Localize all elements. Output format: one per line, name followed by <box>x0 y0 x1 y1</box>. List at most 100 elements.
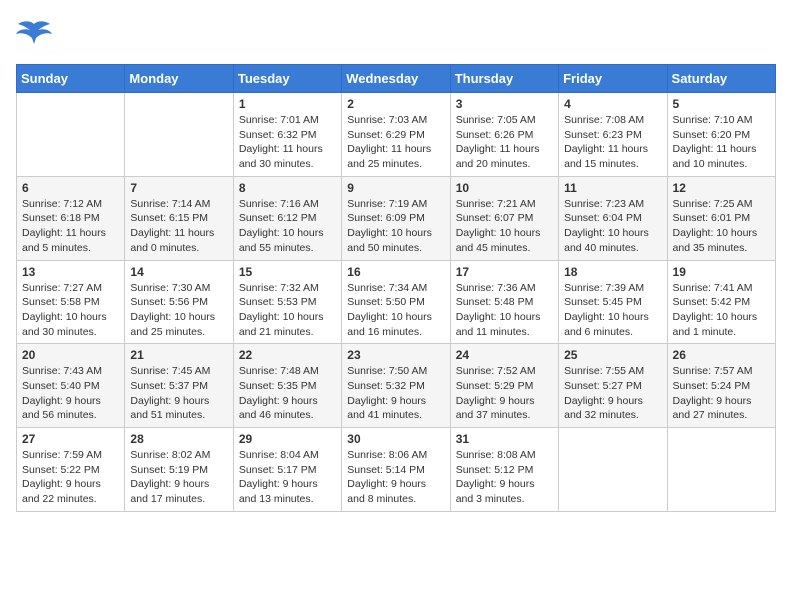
day-number: 16 <box>347 265 444 279</box>
day-info: Sunrise: 7:32 AM Sunset: 5:53 PM Dayligh… <box>239 281 336 340</box>
calendar-cell: 9 Sunrise: 7:19 AM Sunset: 6:09 PM Daylig… <box>342 176 450 260</box>
day-info: Sunrise: 7:16 AM Sunset: 6:12 PM Dayligh… <box>239 197 336 256</box>
calendar-cell: 28Sunrise: 8:02 AM Sunset: 5:19 PM Dayli… <box>125 428 233 512</box>
calendar-week-2: 6Sunrise: 7:12 AM Sunset: 6:18 PM Daylig… <box>17 176 776 260</box>
calendar-cell: 2 Sunrise: 7:03 AM Sunset: 6:29 PM Daylig… <box>342 93 450 177</box>
day-number: 28 <box>130 432 227 446</box>
logo <box>16 16 56 52</box>
day-info: Sunrise: 7:30 AM Sunset: 5:56 PM Dayligh… <box>130 281 227 340</box>
calendar-cell: 29 Sunrise: 8:04 AM Sunset: 5:17 PM Dayli… <box>233 428 341 512</box>
calendar-cell: 21 Sunrise: 7:45 AM Sunset: 5:37 PM Dayli… <box>125 344 233 428</box>
calendar-cell: 22 Sunrise: 7:48 AM Sunset: 5:35 PM Dayli… <box>233 344 341 428</box>
day-number: 14 <box>130 265 227 279</box>
calendar-cell: 5 Sunrise: 7:10 AM Sunset: 6:20 PM Daylig… <box>667 93 775 177</box>
calendar-cell: 30 Sunrise: 8:06 AM Sunset: 5:14 PM Dayli… <box>342 428 450 512</box>
calendar-cell: 17 Sunrise: 7:36 AM Sunset: 5:48 PM Dayli… <box>450 260 558 344</box>
day-number: 15 <box>239 265 336 279</box>
calendar-cell: 12 Sunrise: 7:25 AM Sunset: 6:01 PM Dayli… <box>667 176 775 260</box>
day-info: Sunrise: 7:50 AM Sunset: 5:32 PM Dayligh… <box>347 364 444 423</box>
day-info: Sunrise: 7:19 AM Sunset: 6:09 PM Dayligh… <box>347 197 444 256</box>
day-number: 11 <box>564 181 661 195</box>
calendar-cell: 8 Sunrise: 7:16 AM Sunset: 6:12 PM Daylig… <box>233 176 341 260</box>
day-info: Sunrise: 7:03 AM Sunset: 6:29 PM Dayligh… <box>347 113 444 172</box>
day-number: 5 <box>673 97 770 111</box>
day-number: 29 <box>239 432 336 446</box>
day-info: Sunrise: 7:21 AM Sunset: 6:07 PM Dayligh… <box>456 197 553 256</box>
calendar-week-1: 1 Sunrise: 7:01 AM Sunset: 6:32 PM Daylig… <box>17 93 776 177</box>
weekday-header-monday: Monday <box>125 65 233 93</box>
day-info: Sunrise: 7:25 AM Sunset: 6:01 PM Dayligh… <box>673 197 770 256</box>
weekday-header-wednesday: Wednesday <box>342 65 450 93</box>
day-number: 2 <box>347 97 444 111</box>
calendar-cell: 4 Sunrise: 7:08 AM Sunset: 6:23 PM Daylig… <box>559 93 667 177</box>
calendar-cell: 18 Sunrise: 7:39 AM Sunset: 5:45 PM Dayli… <box>559 260 667 344</box>
day-info: Sunrise: 7:57 AM Sunset: 5:24 PM Dayligh… <box>673 364 770 423</box>
calendar-cell: 26 Sunrise: 7:57 AM Sunset: 5:24 PM Dayli… <box>667 344 775 428</box>
day-number: 12 <box>673 181 770 195</box>
calendar-cell: 16 Sunrise: 7:34 AM Sunset: 5:50 PM Dayli… <box>342 260 450 344</box>
calendar-cell: 19Sunrise: 7:41 AM Sunset: 5:42 PM Dayli… <box>667 260 775 344</box>
day-info: Sunrise: 8:08 AM Sunset: 5:12 PM Dayligh… <box>456 448 553 507</box>
day-number: 10 <box>456 181 553 195</box>
calendar-cell: 10 Sunrise: 7:21 AM Sunset: 6:07 PM Dayli… <box>450 176 558 260</box>
calendar-week-5: 27 Sunrise: 7:59 AM Sunset: 5:22 PM Dayli… <box>17 428 776 512</box>
day-info: Sunrise: 7:10 AM Sunset: 6:20 PM Dayligh… <box>673 113 770 172</box>
day-info: Sunrise: 7:08 AM Sunset: 6:23 PM Dayligh… <box>564 113 661 172</box>
day-info: Sunrise: 7:39 AM Sunset: 5:45 PM Dayligh… <box>564 281 661 340</box>
day-number: 25 <box>564 348 661 362</box>
weekday-header-friday: Friday <box>559 65 667 93</box>
day-info: Sunrise: 7:23 AM Sunset: 6:04 PM Dayligh… <box>564 197 661 256</box>
day-number: 9 <box>347 181 444 195</box>
day-number: 8 <box>239 181 336 195</box>
calendar-week-4: 20 Sunrise: 7:43 AM Sunset: 5:40 PM Dayli… <box>17 344 776 428</box>
day-number: 24 <box>456 348 553 362</box>
day-info: Sunrise: 7:45 AM Sunset: 5:37 PM Dayligh… <box>130 364 227 423</box>
day-info: Sunrise: 7:36 AM Sunset: 5:48 PM Dayligh… <box>456 281 553 340</box>
day-number: 7 <box>130 181 227 195</box>
day-number: 30 <box>347 432 444 446</box>
day-number: 17 <box>456 265 553 279</box>
day-info: Sunrise: 8:04 AM Sunset: 5:17 PM Dayligh… <box>239 448 336 507</box>
calendar-cell: 6Sunrise: 7:12 AM Sunset: 6:18 PM Daylig… <box>17 176 125 260</box>
calendar-cell: 15 Sunrise: 7:32 AM Sunset: 5:53 PM Dayli… <box>233 260 341 344</box>
day-number: 22 <box>239 348 336 362</box>
calendar-cell: 25 Sunrise: 7:55 AM Sunset: 5:27 PM Dayli… <box>559 344 667 428</box>
calendar-cell: 11 Sunrise: 7:23 AM Sunset: 6:04 PM Dayli… <box>559 176 667 260</box>
calendar-cell: 20 Sunrise: 7:43 AM Sunset: 5:40 PM Dayli… <box>17 344 125 428</box>
day-number: 20 <box>22 348 119 362</box>
day-number: 31 <box>456 432 553 446</box>
day-info: Sunrise: 7:01 AM Sunset: 6:32 PM Dayligh… <box>239 113 336 172</box>
calendar-cell: 23Sunrise: 7:50 AM Sunset: 5:32 PM Dayli… <box>342 344 450 428</box>
calendar-header-row: SundayMondayTuesdayWednesdayThursdayFrid… <box>17 65 776 93</box>
day-number: 26 <box>673 348 770 362</box>
day-info: Sunrise: 7:43 AM Sunset: 5:40 PM Dayligh… <box>22 364 119 423</box>
weekday-header-sunday: Sunday <box>17 65 125 93</box>
calendar-cell: 24 Sunrise: 7:52 AM Sunset: 5:29 PM Dayli… <box>450 344 558 428</box>
weekday-header-saturday: Saturday <box>667 65 775 93</box>
day-info: Sunrise: 7:59 AM Sunset: 5:22 PM Dayligh… <box>22 448 119 507</box>
day-number: 1 <box>239 97 336 111</box>
calendar-cell <box>667 428 775 512</box>
calendar-table: SundayMondayTuesdayWednesdayThursdayFrid… <box>16 64 776 512</box>
day-info: Sunrise: 7:27 AM Sunset: 5:58 PM Dayligh… <box>22 281 119 340</box>
day-info: Sunrise: 7:05 AM Sunset: 6:26 PM Dayligh… <box>456 113 553 172</box>
day-info: Sunrise: 7:55 AM Sunset: 5:27 PM Dayligh… <box>564 364 661 423</box>
weekday-header-thursday: Thursday <box>450 65 558 93</box>
calendar-cell <box>559 428 667 512</box>
day-info: Sunrise: 7:48 AM Sunset: 5:35 PM Dayligh… <box>239 364 336 423</box>
day-number: 21 <box>130 348 227 362</box>
day-number: 6 <box>22 181 119 195</box>
calendar-week-3: 13Sunrise: 7:27 AM Sunset: 5:58 PM Dayli… <box>17 260 776 344</box>
day-info: Sunrise: 7:34 AM Sunset: 5:50 PM Dayligh… <box>347 281 444 340</box>
day-number: 18 <box>564 265 661 279</box>
day-number: 4 <box>564 97 661 111</box>
day-info: Sunrise: 8:06 AM Sunset: 5:14 PM Dayligh… <box>347 448 444 507</box>
day-info: Sunrise: 7:52 AM Sunset: 5:29 PM Dayligh… <box>456 364 553 423</box>
calendar-cell: 1 Sunrise: 7:01 AM Sunset: 6:32 PM Daylig… <box>233 93 341 177</box>
calendar-cell: 27 Sunrise: 7:59 AM Sunset: 5:22 PM Dayli… <box>17 428 125 512</box>
calendar-cell: 14 Sunrise: 7:30 AM Sunset: 5:56 PM Dayli… <box>125 260 233 344</box>
day-number: 27 <box>22 432 119 446</box>
page-header <box>16 16 776 52</box>
day-number: 3 <box>456 97 553 111</box>
calendar-cell <box>125 93 233 177</box>
